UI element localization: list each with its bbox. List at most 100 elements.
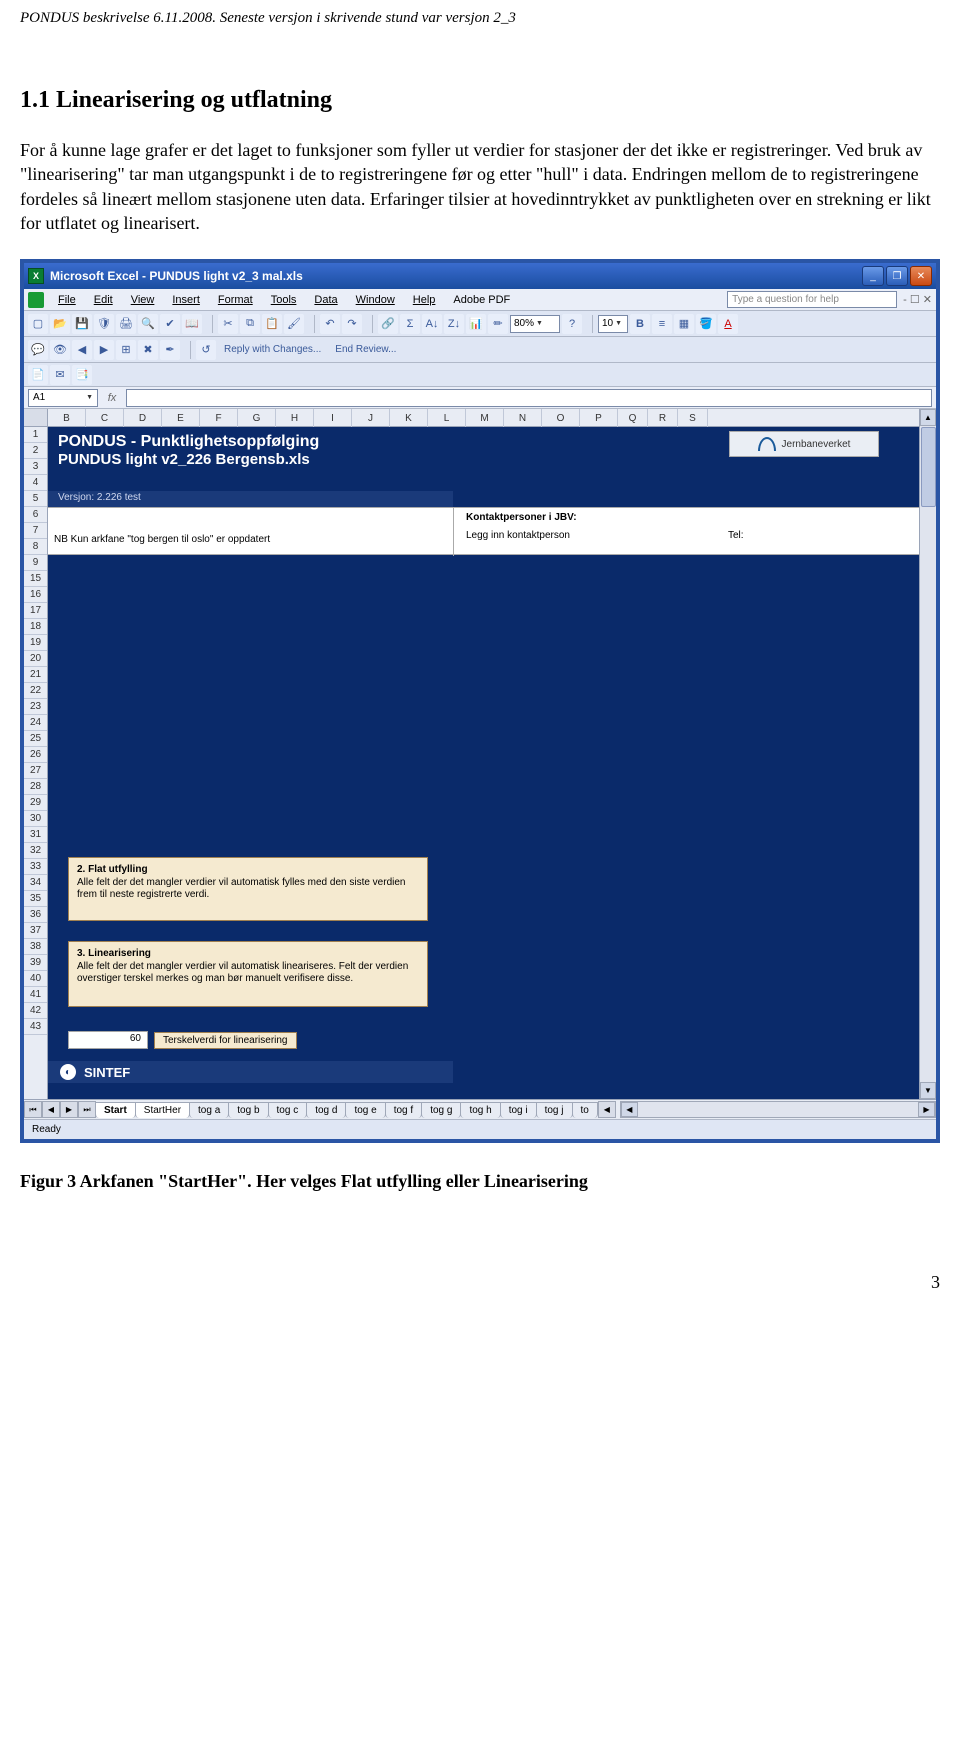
column-header[interactable]: E — [162, 409, 200, 427]
menu-window[interactable]: Window — [348, 292, 403, 308]
menu-data[interactable]: Data — [306, 292, 345, 308]
save-icon[interactable]: 💾 — [72, 314, 92, 334]
cut-icon[interactable]: ✂ — [218, 314, 238, 334]
row-header[interactable]: 25 — [24, 731, 47, 747]
sheet-tab[interactable]: tog h — [460, 1102, 500, 1118]
sheet-body[interactable]: PONDUS - Punktlighetsoppfølging PUNDUS l… — [48, 427, 919, 1099]
row-header[interactable]: 29 — [24, 795, 47, 811]
sheet-tab[interactable]: tog g — [421, 1102, 461, 1118]
tab-nav-last[interactable]: ⏭ — [78, 1101, 96, 1118]
new-icon[interactable]: ▢ — [28, 314, 48, 334]
row-header[interactable]: 42 — [24, 1003, 47, 1019]
row-header[interactable]: 24 — [24, 715, 47, 731]
column-header[interactable]: H — [276, 409, 314, 427]
row-header[interactable]: 33 — [24, 859, 47, 875]
menu-adobe-pdf[interactable]: Adobe PDF — [445, 292, 518, 308]
horizontal-scrollbar[interactable]: ◀ ▶ — [620, 1101, 936, 1118]
next-comment-icon[interactable]: ▶ — [94, 340, 114, 360]
row-header[interactable]: 35 — [24, 891, 47, 907]
column-header[interactable]: C — [86, 409, 124, 427]
spelling-icon[interactable]: ✔ — [160, 314, 180, 334]
copy-icon[interactable]: ⧉ — [240, 314, 260, 334]
hscroll-left-button[interactable]: ◀ — [621, 1102, 638, 1117]
row-header[interactable]: 34 — [24, 875, 47, 891]
column-header[interactable]: S — [678, 409, 708, 427]
pdf-mail-icon[interactable]: ✉ — [50, 365, 70, 385]
row-header[interactable]: 27 — [24, 763, 47, 779]
fx-button[interactable]: fx — [102, 389, 122, 407]
sheet-tab[interactable]: tog f — [385, 1102, 422, 1118]
column-header[interactable]: R — [648, 409, 678, 427]
fill-color-icon[interactable]: 🪣 — [696, 314, 716, 334]
column-header[interactable]: B — [48, 409, 86, 427]
row-header[interactable]: 8 — [24, 539, 47, 555]
help-icon[interactable]: ? — [562, 314, 582, 334]
row-header[interactable]: 23 — [24, 699, 47, 715]
name-box[interactable]: A1▼ — [28, 389, 98, 407]
row-header[interactable]: 26 — [24, 747, 47, 763]
row-header[interactable]: 37 — [24, 923, 47, 939]
borders-icon[interactable]: ▦ — [674, 314, 694, 334]
bold-icon[interactable]: B — [630, 314, 650, 334]
scroll-down-button[interactable]: ▼ — [920, 1082, 936, 1099]
row-header[interactable]: 4 — [24, 475, 47, 491]
column-header[interactable]: D — [124, 409, 162, 427]
menu-format[interactable]: Format — [210, 292, 261, 308]
row-header[interactable]: 38 — [24, 939, 47, 955]
close-button[interactable]: ✕ — [910, 266, 932, 286]
show-comment-icon[interactable]: 👁 — [50, 340, 70, 360]
column-header[interactable]: N — [504, 409, 542, 427]
row-header[interactable]: 16 — [24, 587, 47, 603]
sheet-tab[interactable]: to — [572, 1102, 598, 1118]
row-header[interactable]: 19 — [24, 635, 47, 651]
open-icon[interactable]: 📂 — [50, 314, 70, 334]
redo-icon[interactable]: ↷ — [342, 314, 362, 334]
formula-input[interactable] — [126, 389, 932, 407]
row-header[interactable]: 15 — [24, 571, 47, 587]
column-header[interactable]: K — [390, 409, 428, 427]
row-header[interactable]: 1 — [24, 427, 47, 443]
row-header[interactable]: 21 — [24, 667, 47, 683]
menu-edit[interactable]: Edit — [86, 292, 121, 308]
drawing-icon[interactable]: ✏ — [488, 314, 508, 334]
row-header[interactable]: 9 — [24, 555, 47, 571]
tab-nav-first[interactable]: ⏮ — [24, 1101, 42, 1118]
sort-asc-icon[interactable]: A↓ — [422, 314, 442, 334]
row-header[interactable]: 3 — [24, 459, 47, 475]
paste-icon[interactable]: 📋 — [262, 314, 282, 334]
workbook-window-controls[interactable]: - ☐ ✕ — [903, 293, 932, 306]
select-all-corner[interactable] — [24, 409, 47, 427]
menu-insert[interactable]: Insert — [164, 292, 208, 308]
vertical-scrollbar[interactable]: ▲ ▼ — [919, 409, 936, 1099]
sheet-tab[interactable]: tog i — [500, 1102, 537, 1118]
menu-tools[interactable]: Tools — [263, 292, 305, 308]
menu-file[interactable]: File — [50, 292, 84, 308]
row-header[interactable]: 41 — [24, 987, 47, 1003]
row-header[interactable]: 2 — [24, 443, 47, 459]
sheet-tab[interactable]: tog b — [228, 1102, 268, 1118]
row-header[interactable]: 18 — [24, 619, 47, 635]
autosum-icon[interactable]: Σ — [400, 314, 420, 334]
hyperlink-icon[interactable]: 🔗 — [378, 314, 398, 334]
undo-icon[interactable]: ↶ — [320, 314, 340, 334]
row-header[interactable]: 40 — [24, 971, 47, 987]
column-header[interactable]: L — [428, 409, 466, 427]
row-header[interactable]: 6 — [24, 507, 47, 523]
column-header[interactable]: G — [238, 409, 276, 427]
end-review-link[interactable]: End Review... — [329, 344, 402, 355]
sheet-tab[interactable]: tog c — [268, 1102, 308, 1118]
sheet-tab[interactable]: tog a — [189, 1102, 229, 1118]
threshold-value-cell[interactable]: 60 — [68, 1031, 148, 1049]
tab-scroll-left[interactable]: ◀ — [598, 1101, 616, 1118]
row-header[interactable]: 31 — [24, 827, 47, 843]
scroll-thumb[interactable] — [921, 427, 936, 507]
tab-start[interactable]: Start — [95, 1102, 136, 1118]
reply-changes-link[interactable]: Reply with Changes... — [218, 344, 327, 355]
menu-view[interactable]: View — [123, 292, 163, 308]
font-size-input[interactable]: 10▼ — [598, 315, 628, 333]
column-header[interactable]: F — [200, 409, 238, 427]
linearisering-box[interactable]: 3. Linearisering Alle felt der det mangl… — [68, 941, 428, 1007]
sort-desc-icon[interactable]: Z↓ — [444, 314, 464, 334]
scroll-up-button[interactable]: ▲ — [920, 409, 936, 426]
sheet-tab[interactable]: tog d — [306, 1102, 346, 1118]
